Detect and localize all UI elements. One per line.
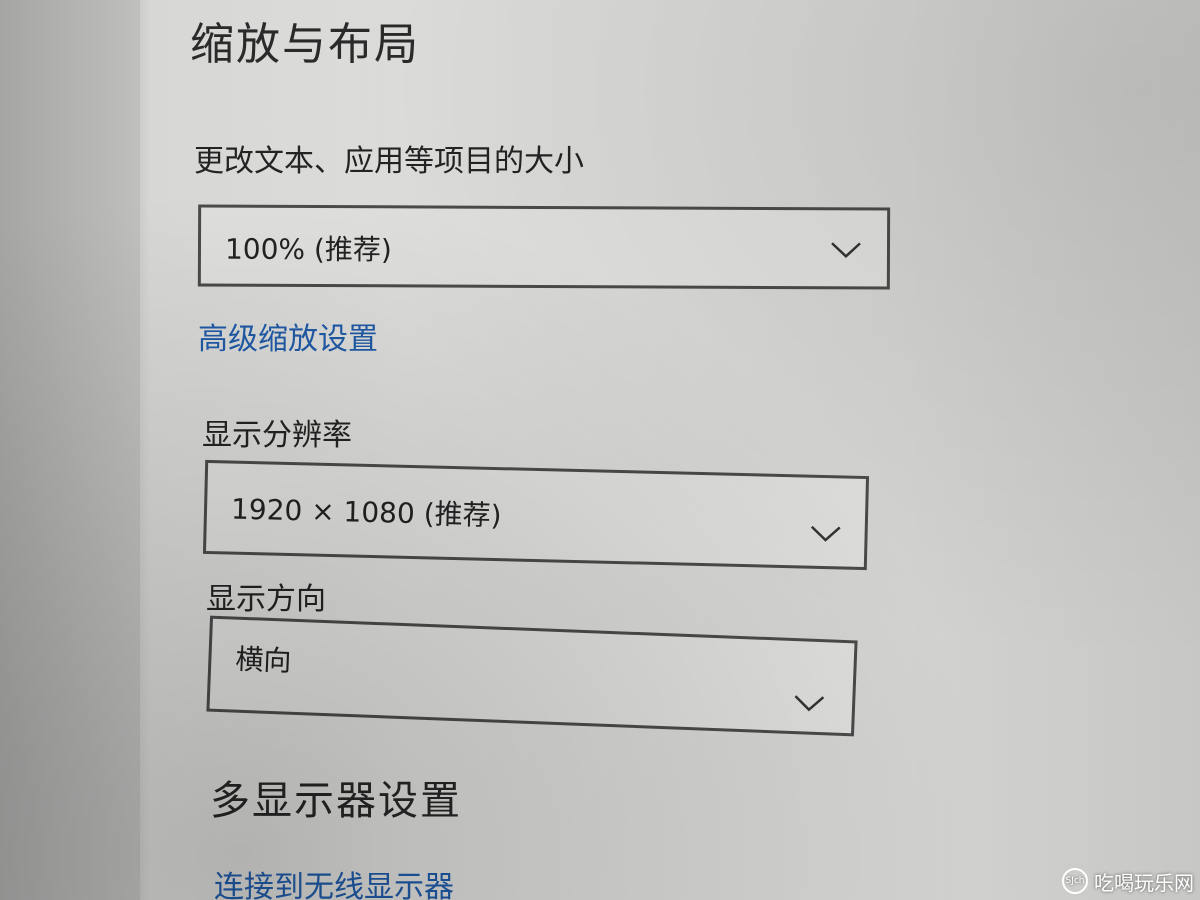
- page-title: 缩放与布局: [190, 19, 420, 70]
- chevron-down-icon: [794, 695, 825, 712]
- resolution-dropdown-value: 1920 × 1080 (推荐): [230, 492, 502, 533]
- watermark: SJch 吃喝玩乐网: [1062, 866, 1194, 896]
- connect-wireless-display-link[interactable]: 连接到无线显示器: [214, 862, 454, 900]
- display-settings-panel: 缩放与布局 更改文本、应用等项目的大小 100% (推荐) 高级缩放设置 显示分…: [0, 0, 1200, 900]
- chevron-down-icon: [810, 525, 841, 542]
- watermark-logo-icon: SJch: [1062, 868, 1088, 894]
- settings-screen: 缩放与布局 更改文本、应用等项目的大小 100% (推荐) 高级缩放设置 显示分…: [0, 0, 1200, 900]
- resolution-label: 显示分辨率: [202, 418, 352, 453]
- multi-display-title: 多显示器设置: [210, 778, 462, 824]
- orientation-label: 显示方向: [206, 582, 326, 617]
- orientation-dropdown-value: 横向: [234, 642, 293, 678]
- chevron-down-icon: [831, 242, 861, 259]
- orientation-dropdown[interactable]: 横向: [206, 615, 858, 737]
- resolution-dropdown[interactable]: 1920 × 1080 (推荐): [202, 459, 870, 571]
- scale-dropdown[interactable]: 100% (推荐): [197, 204, 891, 290]
- scale-dropdown-value: 100% (推荐): [224, 232, 392, 267]
- watermark-text: 吃喝玩乐网: [1094, 870, 1194, 895]
- scale-label: 更改文本、应用等项目的大小: [194, 144, 584, 179]
- advanced-scaling-link[interactable]: 高级缩放设置: [198, 314, 378, 358]
